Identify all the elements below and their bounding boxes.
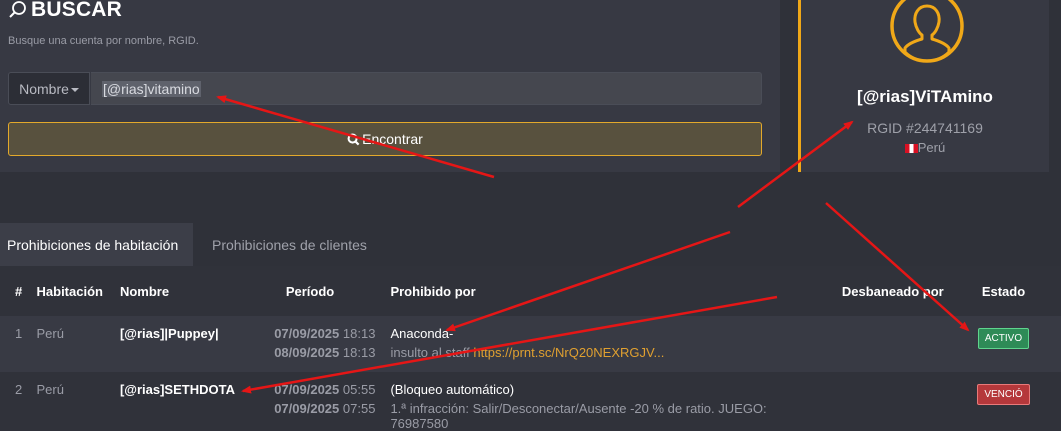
banned-by-name[interactable]: Anaconda-: [390, 326, 841, 341]
search-panel: BUSCAR Busque una cuenta por nombre, RGI…: [0, 0, 780, 172]
period-start-date: 07/09/2025: [274, 326, 340, 341]
row-period: 07/09/2025 18:13 08/09/2025 18:13: [245, 316, 376, 372]
table-row[interactable]: 2 Perú [@rias]SETHDOTA 07/09/2025 05:55 …: [0, 372, 1061, 431]
ban-reason: 1.ª infracción: Salir/Desconectar/Ausent…: [390, 401, 767, 416]
header-period: Período: [285, 283, 335, 299]
row-name[interactable]: [@rias]|Puppey|: [120, 316, 245, 372]
row-period: 07/09/2025 05:55 07/09/2025 07:55: [245, 372, 376, 431]
tab-client-bans[interactable]: Prohibiciones de clientes: [200, 223, 367, 266]
search-title-text: BUSCAR: [31, 0, 123, 21]
profile-country-label: Perú: [917, 140, 946, 155]
period-start-time: 05:55: [342, 382, 376, 397]
row-room: Perú: [36, 326, 64, 341]
filter-label: Nombre: [19, 80, 69, 97]
row-room: Perú: [36, 382, 64, 397]
header-banned-by: Prohibido por: [390, 283, 476, 299]
period-start-date: 07/09/2025: [274, 382, 340, 397]
header-num: #: [15, 283, 23, 299]
period-start-time: 18:13: [342, 326, 376, 341]
status-badge: ACTIVO: [977, 328, 1030, 349]
tab-client-bans-label: Prohibiciones de clientes: [212, 236, 367, 253]
tab-room-bans-label: Prohibiciones de habitación: [7, 236, 179, 253]
ban-reason: insulto al staff: [390, 345, 470, 360]
find-button[interactable]: Encontrar: [8, 122, 762, 156]
ban-reason-link[interactable]: https://prnt.sc/NrQ20NEXRGJV...: [473, 345, 664, 360]
row-unbanned-by: [842, 316, 946, 372]
header-status: Estado: [981, 283, 1026, 299]
search-icon: [9, 1, 26, 18]
row-name[interactable]: [@rias]SETHDOTA: [120, 372, 245, 431]
search-input-value: [@rias]vitamino: [102, 80, 201, 97]
period-end-date: 08/09/2025: [274, 345, 340, 360]
profile-rgid: RGID #244741169: [867, 120, 983, 136]
row-banned-by: (Bloqueo automático) 1.ª infracción: Sal…: [375, 372, 841, 431]
table-row[interactable]: 1 Perú [@rias]|Puppey| 07/09/2025 18:13 …: [0, 316, 1061, 372]
profile-card: [@rias]ViTAmino RGID #244741169 Perú: [798, 0, 1049, 172]
banned-by-name: (Bloqueo automático): [390, 382, 515, 397]
period-end-time: 18:13: [342, 345, 376, 360]
row-banned-by: Anaconda- insulto al staff https://prnt.…: [375, 316, 841, 372]
profile-name: [@rias]ViTAmino: [857, 87, 993, 106]
search-input[interactable]: [@rias]vitamino: [91, 72, 762, 105]
peru-flag-icon: [904, 144, 918, 153]
row-num: 2: [15, 382, 23, 397]
header-name: Nombre: [119, 283, 170, 299]
bans-table: # Habitación Nombre Período Prohibido po…: [0, 266, 1061, 431]
ban-tabs: Prohibiciones de habitación Prohibicione…: [0, 223, 1061, 266]
bans-table-area: # Habitación Nombre Período Prohibido po…: [0, 266, 1061, 431]
period-end-date: 07/09/2025: [274, 401, 340, 416]
search-icon: [347, 133, 360, 145]
header-room: Habitación: [36, 283, 103, 299]
user-avatar-icon: [890, 0, 964, 63]
header-unbanned-by: Desbaneado por: [841, 283, 944, 299]
row-status: ACTIVO: [946, 316, 1061, 372]
row-status: VENCIÓ: [946, 372, 1061, 431]
row-num: 1: [15, 326, 23, 341]
search-title: BUSCAR: [8, 0, 122, 23]
profile-country: Perú: [801, 140, 1049, 155]
caret-down-icon: [70, 87, 79, 92]
period-end-time: 07:55: [342, 401, 376, 416]
tab-room-bans[interactable]: Prohibiciones de habitación: [0, 223, 193, 266]
find-button-label: Encontrar: [362, 131, 423, 147]
status-badge: VENCIÓ: [977, 384, 1030, 405]
table-header-row: # Habitación Nombre Período Prohibido po…: [0, 266, 1061, 316]
filter-dropdown[interactable]: Nombre: [8, 72, 90, 105]
search-subtitle: Busque una cuenta por nombre, RGID.: [8, 35, 199, 47]
row-unbanned-by: [842, 372, 946, 431]
